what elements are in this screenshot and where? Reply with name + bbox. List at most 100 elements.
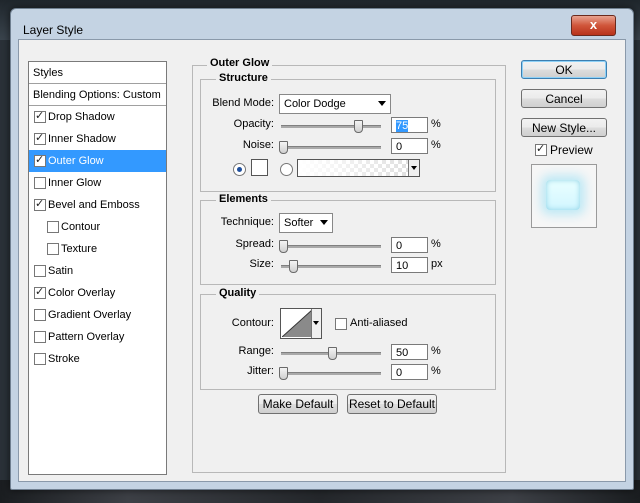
noise-label: Noise: <box>242 139 274 151</box>
inner-glow-checkbox[interactable] <box>34 177 46 189</box>
opacity-unit: % <box>431 118 441 130</box>
range-input[interactable]: 50 <box>391 344 428 360</box>
spread-label: Spread: <box>235 238 274 250</box>
check-icon: ✓ <box>35 132 45 144</box>
noise-unit: % <box>431 139 441 151</box>
noise-input[interactable]: 0 <box>391 138 428 154</box>
spread-input[interactable]: 0 <box>391 237 428 253</box>
anti-aliased-checkbox[interactable] <box>335 318 347 330</box>
preview-label: Preview <box>550 143 593 157</box>
blending-options-item[interactable]: Blending Options: Custom <box>29 84 166 106</box>
size-label: Size: <box>249 258 274 270</box>
opacity-slider-track[interactable] <box>281 125 381 128</box>
style-item-inner-shadow[interactable]: ✓ Inner Shadow <box>29 128 166 150</box>
opacity-slider-thumb[interactable] <box>354 120 363 133</box>
chevron-down-icon <box>378 101 386 106</box>
chevron-down-icon <box>320 220 328 225</box>
outer-glow-title: Outer Glow <box>207 57 273 69</box>
color-radio[interactable] <box>233 163 246 176</box>
dialog-client: Styles Blending Options: Custom ✓ Drop S… <box>18 39 626 482</box>
contour-picker[interactable] <box>280 308 322 339</box>
ok-button[interactable]: OK <box>521 60 607 79</box>
style-item-drop-shadow[interactable]: ✓ Drop Shadow <box>29 106 166 128</box>
gradient-radio[interactable] <box>280 163 293 176</box>
layer-style-dialog: Layer Style x Styles Blending Options: C… <box>10 8 634 490</box>
quality-label: Quality <box>216 287 260 299</box>
check-icon: ✓ <box>35 286 45 298</box>
style-item-satin[interactable]: Satin <box>29 260 166 282</box>
style-item-color-overlay[interactable]: ✓ Color Overlay <box>29 282 166 304</box>
close-button[interactable]: x <box>571 15 616 36</box>
style-item-outer-glow[interactable]: ✓ Outer Glow <box>29 150 166 172</box>
technique-value: Softer <box>284 217 314 229</box>
size-input[interactable]: 10 <box>391 257 428 273</box>
inner-shadow-checkbox[interactable]: ✓ <box>34 132 46 145</box>
opacity-input[interactable]: 75 <box>391 117 428 133</box>
texture-checkbox[interactable] <box>47 243 59 255</box>
contour-label: Contour: <box>231 317 274 329</box>
style-item-stroke[interactable]: Stroke <box>29 348 166 370</box>
new-style-button[interactable]: New Style... <box>521 118 607 137</box>
gradient-overlay-checkbox[interactable] <box>34 309 46 321</box>
size-slider-thumb[interactable] <box>289 260 298 273</box>
elements-label: Elements <box>216 193 271 205</box>
stroke-checkbox[interactable] <box>34 353 46 365</box>
style-item-texture[interactable]: Texture <box>29 238 166 260</box>
range-label: Range: <box>238 345 274 357</box>
preview-checkbox[interactable]: ✓ <box>535 143 547 156</box>
bevel-emboss-checkbox[interactable]: ✓ <box>34 198 46 211</box>
style-item-inner-glow[interactable]: Inner Glow <box>29 172 166 194</box>
contour-curve-icon <box>282 310 312 337</box>
contour-dropdown-button[interactable] <box>311 309 321 338</box>
cancel-button[interactable]: Cancel <box>521 89 607 108</box>
drop-shadow-checkbox[interactable]: ✓ <box>34 110 46 123</box>
technique-label: Technique: <box>220 216 274 228</box>
size-unit: px <box>431 258 443 270</box>
check-icon: ✓ <box>35 154 45 166</box>
jitter-slider-track[interactable] <box>281 372 381 375</box>
check-icon: ✓ <box>35 198 45 210</box>
opacity-label: Opacity: <box>233 118 274 130</box>
technique-dropdown[interactable]: Softer <box>279 213 333 233</box>
noise-slider-track[interactable] <box>281 146 381 149</box>
jitter-slider-thumb[interactable] <box>279 367 288 380</box>
style-item-contour[interactable]: Contour <box>29 216 166 238</box>
check-icon: ✓ <box>536 143 546 155</box>
chevron-down-icon <box>313 321 319 325</box>
styles-header[interactable]: Styles <box>29 62 166 84</box>
spread-unit: % <box>431 238 441 250</box>
window-title: Layer Style <box>23 23 84 37</box>
spread-slider-track[interactable] <box>281 245 381 248</box>
structure-label: Structure <box>216 72 271 84</box>
jitter-input[interactable]: 0 <box>391 364 428 380</box>
jitter-unit: % <box>431 365 441 377</box>
glow-color-swatch[interactable] <box>251 159 268 176</box>
style-item-gradient-overlay[interactable]: Gradient Overlay <box>29 304 166 326</box>
check-icon: ✓ <box>35 110 45 122</box>
color-overlay-checkbox[interactable]: ✓ <box>34 286 46 299</box>
preview-thumbnail <box>531 164 597 228</box>
preview-swatch <box>546 180 580 210</box>
gradient-picker[interactable] <box>297 159 420 177</box>
satin-checkbox[interactable] <box>34 265 46 277</box>
outer-glow-checkbox[interactable]: ✓ <box>34 154 46 167</box>
blend-mode-value: Color Dodge <box>284 98 346 110</box>
blend-mode-label: Blend Mode: <box>212 97 274 109</box>
pattern-overlay-checkbox[interactable] <box>34 331 46 343</box>
style-item-pattern-overlay[interactable]: Pattern Overlay <box>29 326 166 348</box>
opacity-value: 75 <box>396 120 409 132</box>
blend-mode-dropdown[interactable]: Color Dodge <box>279 94 391 114</box>
chevron-down-icon <box>411 166 417 170</box>
range-unit: % <box>431 345 441 357</box>
radio-selected-icon <box>237 167 242 172</box>
range-slider-thumb[interactable] <box>328 347 337 360</box>
noise-slider-thumb[interactable] <box>279 141 288 154</box>
spread-slider-thumb[interactable] <box>279 240 288 253</box>
style-item-bevel-emboss[interactable]: ✓ Bevel and Emboss <box>29 194 166 216</box>
anti-aliased-label: Anti-aliased <box>350 317 408 329</box>
make-default-button[interactable]: Make Default <box>258 394 338 414</box>
contour-checkbox[interactable] <box>47 221 59 233</box>
gradient-dropdown-button[interactable] <box>408 160 419 176</box>
reset-default-button[interactable]: Reset to Default <box>347 394 437 414</box>
styles-list: Styles Blending Options: Custom ✓ Drop S… <box>28 61 167 475</box>
